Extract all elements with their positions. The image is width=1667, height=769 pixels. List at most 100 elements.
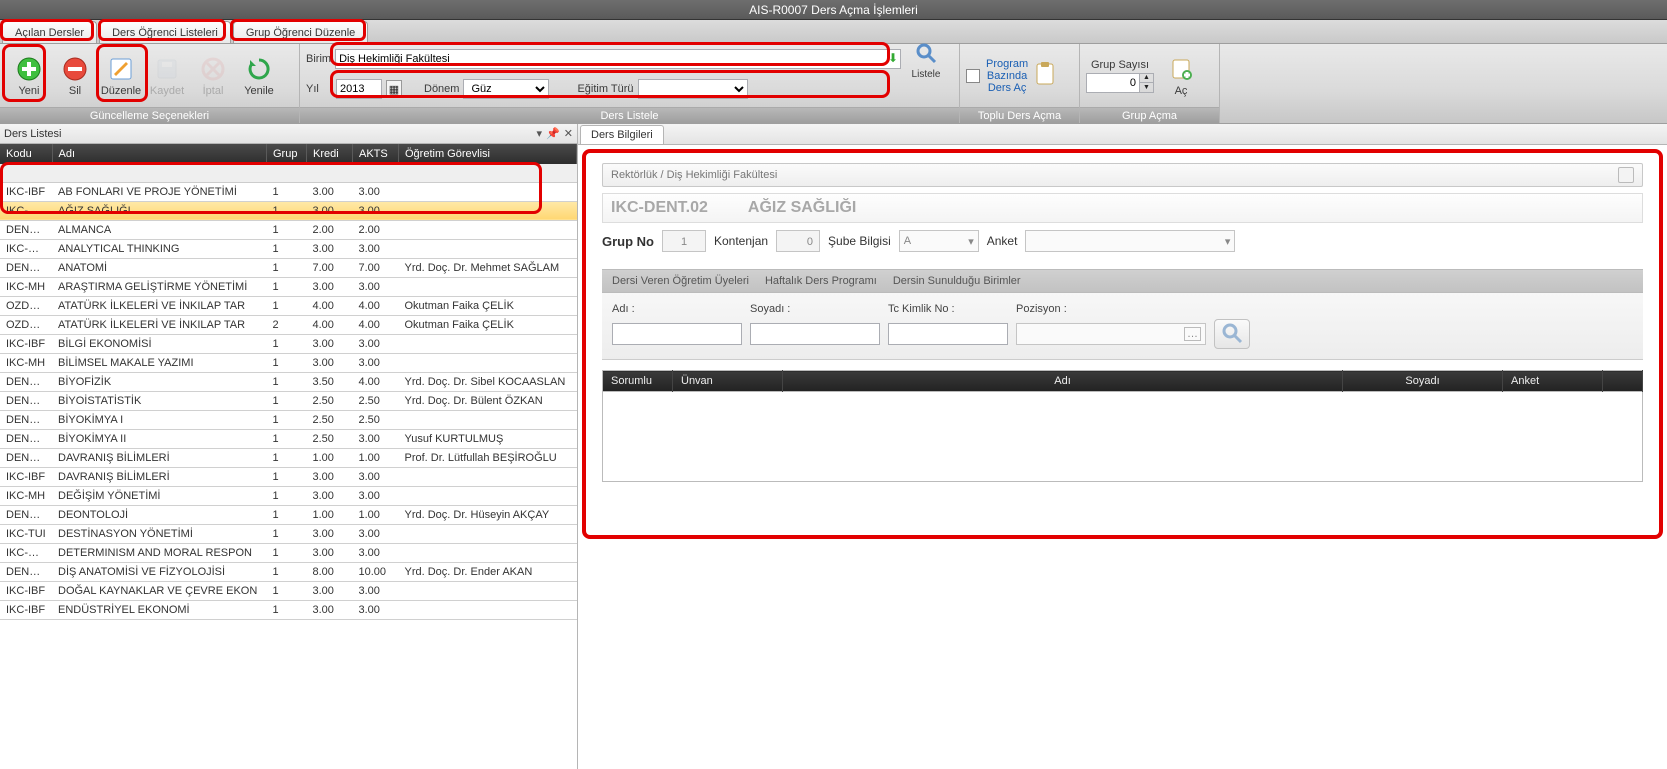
- birim-label: Birim: [306, 53, 331, 65]
- table-row[interactable]: DENT11BİYOİSTATİSTİK12.502.50Yrd. Doç. D…: [0, 391, 577, 410]
- kontenjan-value: 0: [776, 230, 820, 252]
- table-row[interactable]: IKC-SBEDETERMINISM AND MORAL RESPON13.00…: [0, 543, 577, 562]
- ders-listesi-grid[interactable]: Kodu Adı Grup Kredi AKTS Öğretim Görevli…: [0, 144, 577, 620]
- col-grup[interactable]: Grup: [267, 144, 307, 164]
- table-row[interactable]: OZD103ATATÜRK İLKELERİ VE İNKILAP TAR14.…: [0, 296, 577, 315]
- anket-select[interactable]: ▾: [1025, 230, 1235, 252]
- table-row[interactable]: OZD103ATATÜRK İLKELERİ VE İNKILAP TAR24.…: [0, 315, 577, 334]
- table-row[interactable]: DENT10DEONTOLOJİ11.001.00Yrd. Doç. Dr. H…: [0, 505, 577, 524]
- top-tabstrip: Açılan Dersler Ders Öğrenci Listeleri Gr…: [0, 20, 1667, 44]
- ribbon-group-label-1: Güncelleme Seçenekleri: [0, 107, 299, 123]
- table-row[interactable]: IKC-IBFDAVRANIŞ BİLİMLERİ13.003.00: [0, 467, 577, 486]
- donem-label: Dönem: [424, 83, 459, 95]
- table-row[interactable]: IKC-MHBİLİMSEL MAKALE YAZIMI13.003.00: [0, 353, 577, 372]
- ders-listesi-pane: Ders Listesi ▾ 📌 ✕ Kodu Adı Grup Kredi: [0, 124, 578, 769]
- table-row[interactable]: IKC-IBFENDÜSTRİYEL EKONOMİ13.003.00: [0, 600, 577, 619]
- birim-input[interactable]: [335, 49, 901, 69]
- dropdown-icon[interactable]: ▾: [537, 124, 543, 144]
- egitim-label: Eğitim Türü: [577, 83, 633, 95]
- table-row[interactable]: DENT20ANATOMİ17.007.00Yrd. Doç. Dr. Mehm…: [0, 258, 577, 277]
- filter-tc-input[interactable]: [888, 323, 1008, 345]
- donem-select[interactable]: Güz: [463, 79, 549, 99]
- sube-select[interactable]: A▾: [899, 230, 979, 252]
- ribbon-group-label-2: Ders Listele: [300, 107, 959, 123]
- ribbon: Yeni Sil Düzenle Kaydet: [0, 44, 1667, 124]
- table-row[interactable]: IKC-MHARAŞTIRMA GELİŞTİRME YÖNETİMİ13.00…: [0, 277, 577, 296]
- save-icon: [153, 55, 181, 83]
- crumb-button[interactable]: [1618, 167, 1634, 183]
- col-soyadi2[interactable]: Soyadı: [1343, 371, 1503, 392]
- tab-acilan-dersler[interactable]: Açılan Dersler: [2, 21, 97, 43]
- table-row[interactable]: DENT20BİYOKİMYA II12.503.00Yusuf KURTULM…: [0, 429, 577, 448]
- table-row[interactable]: DENT10BİYOFİZİK13.504.00Yrd. Doç. Dr. Si…: [0, 372, 577, 391]
- sil-button[interactable]: Sil: [53, 48, 97, 104]
- filter-adi-label: Adı :: [612, 303, 742, 315]
- col-adi[interactable]: Adı: [52, 144, 267, 164]
- table-row[interactable]: DENT10DİŞ ANATOMİSİ VE FİZYOLOJİSİ18.001…: [0, 562, 577, 581]
- subtab-ogretim-uyeleri[interactable]: Dersi Veren Öğretim Üyeleri: [612, 275, 749, 287]
- calendar-icon[interactable]: ▦: [386, 80, 402, 98]
- table-row[interactable]: IKC-IBFBİLGİ EKONOMİSİ13.003.00: [0, 334, 577, 353]
- col-sorumlu[interactable]: Sorumlu: [603, 371, 673, 392]
- ribbon-group-label-3: Toplu Ders Açma: [960, 107, 1079, 123]
- filter-pozisyon-label: Pozisyon :: [1016, 303, 1216, 315]
- tab-grup-ogrenci-duzenle[interactable]: Grup Öğrenci Düzenle: [233, 21, 368, 43]
- program-bazinda-link[interactable]: Program Bazında Ders Aç: [986, 58, 1028, 94]
- tab-ders-ogrenci-listeleri[interactable]: Ders Öğrenci Listeleri: [99, 21, 231, 43]
- listele-button[interactable]: Listele: [906, 37, 946, 81]
- yil-input[interactable]: [336, 79, 382, 99]
- filter-search-button[interactable]: [1214, 319, 1250, 349]
- refresh-icon: [245, 55, 273, 83]
- subtab-sunuldugu-birimler[interactable]: Dersin Sunulduğu Birimler: [893, 275, 1021, 287]
- col-unvan[interactable]: Ünvan: [673, 371, 783, 392]
- table-row[interactable]: IKC-IBFAB FONLARI VE PROJE YÖNETİMİ13.00…: [0, 182, 577, 201]
- program-bazinda-checkbox[interactable]: [966, 69, 980, 83]
- egitim-select[interactable]: [638, 79, 748, 99]
- table-row[interactable]: DENT11DAVRANIŞ BİLİMLERİ11.001.00Prof. D…: [0, 448, 577, 467]
- table-row[interactable]: DENT11ALMANCA12.002.00: [0, 220, 577, 239]
- grup-sayisi-input[interactable]: [1086, 73, 1140, 93]
- dropdown-arrow-icon[interactable]: ⬇: [888, 51, 898, 65]
- duzenle-button[interactable]: Düzenle: [99, 48, 143, 104]
- subtab-haftalik-program[interactable]: Haftalık Ders Programı: [765, 275, 877, 287]
- minus-icon: [61, 55, 89, 83]
- spinner-icon[interactable]: ▲ ▼: [1140, 73, 1154, 93]
- window-titlebar: AIS-R0007 Ders Açma İşlemleri: [0, 0, 1667, 20]
- table-row[interactable]: IKC-TUIDESTİNASYON YÖNETİMİ13.003.00: [0, 524, 577, 543]
- grup-sayisi-label: Grup Sayısı: [1086, 59, 1154, 71]
- kontenjan-label: Kontenjan: [714, 234, 768, 248]
- filter-pozisyon-select[interactable]: …: [1016, 323, 1206, 345]
- yil-label: Yıl: [306, 83, 332, 95]
- ribbon-group-label-4: Grup Açma: [1080, 107, 1219, 123]
- table-row[interactable]: DENT10BİYOKİMYA I12.502.50: [0, 410, 577, 429]
- grupno-value: 1: [662, 230, 706, 252]
- col-akts[interactable]: AKTS: [353, 144, 399, 164]
- ders-bilgileri-pane: Ders Bilgileri Rektörlük / Diş Hekimliği…: [578, 124, 1667, 769]
- ogretim-uyeleri-body: [602, 392, 1643, 482]
- sube-label: Şube Bilgisi: [828, 234, 891, 248]
- col-anket2[interactable]: Anket: [1503, 371, 1603, 392]
- left-pane-title: Ders Listesi: [4, 124, 61, 144]
- col-adi2[interactable]: Adı: [783, 371, 1343, 392]
- table-row[interactable]: IKC-SBEANALYTICAL THINKING13.003.00: [0, 239, 577, 258]
- pin-icon[interactable]: 📌: [546, 124, 560, 144]
- col-ogretim[interactable]: Öğretim Görevlisi: [399, 144, 577, 164]
- breadcrumb: Rektörlük / Diş Hekimliği Fakültesi: [611, 163, 777, 187]
- clipboard-add-icon: [1167, 55, 1195, 83]
- table-row[interactable]: IKC-MHDEĞİŞİM YÖNETİMİ13.003.00: [0, 486, 577, 505]
- filter-soyadi-label: Soyadı :: [750, 303, 880, 315]
- yeni-button[interactable]: Yeni: [7, 48, 51, 104]
- filter-soyadi-input[interactable]: [750, 323, 880, 345]
- yenile-button[interactable]: Yenile: [237, 48, 281, 104]
- grupno-label: Grup No: [602, 234, 654, 249]
- table-row[interactable]: IKC-DENAĞIZ SAĞLIĞI13.003.00: [0, 201, 577, 220]
- col-kodu[interactable]: Kodu: [0, 144, 52, 164]
- tab-ders-bilgileri[interactable]: Ders Bilgileri: [580, 125, 664, 144]
- ac-button[interactable]: Aç: [1163, 51, 1199, 101]
- filter-adi-input[interactable]: [612, 323, 742, 345]
- course-name: AĞIZ SAĞLIĞI: [748, 199, 856, 217]
- close-icon[interactable]: ✕: [564, 124, 573, 144]
- col-kredi[interactable]: Kredi: [307, 144, 353, 164]
- plus-icon: [15, 55, 43, 83]
- table-row[interactable]: IKC-IBFDOĞAL KAYNAKLAR VE ÇEVRE EKON13.0…: [0, 581, 577, 600]
